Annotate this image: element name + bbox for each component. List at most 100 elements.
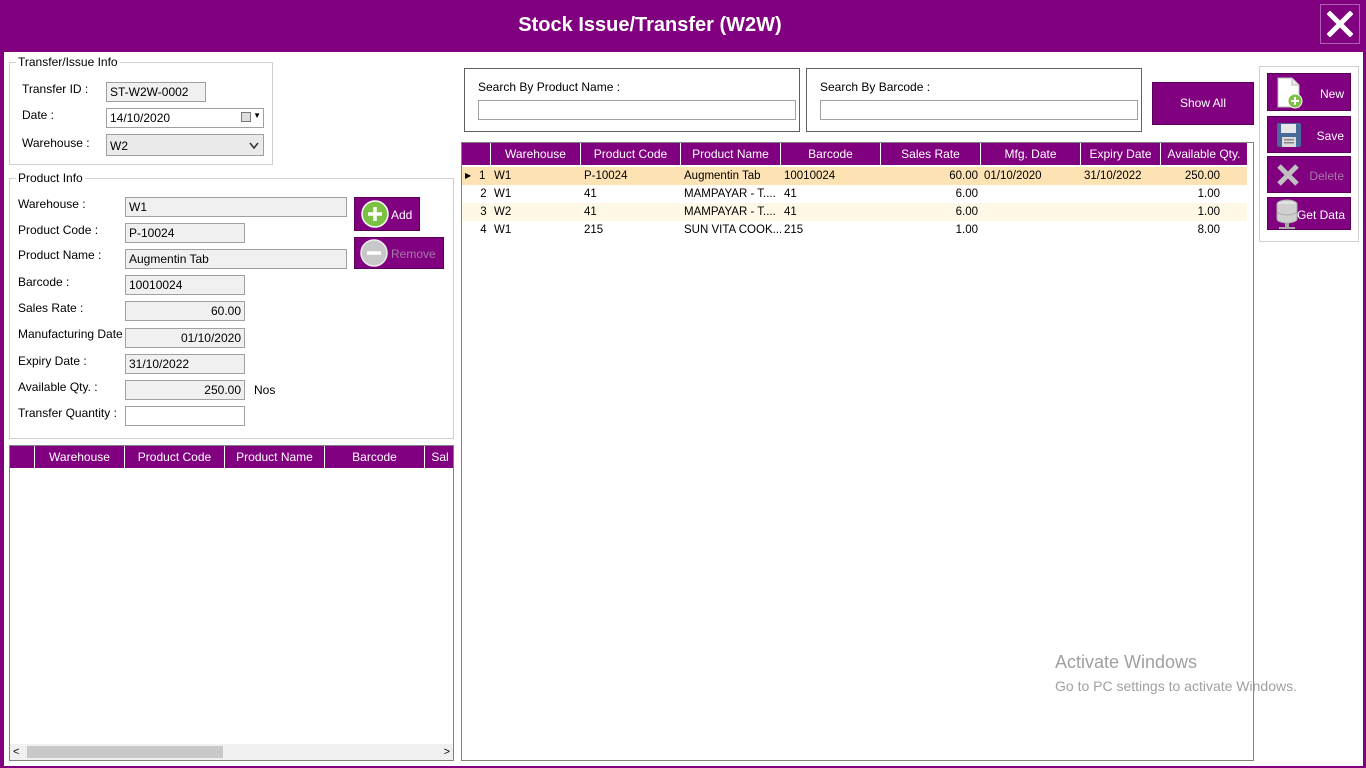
row-header-cell <box>462 143 491 165</box>
form-body: Transfer/Issue Info Transfer ID : ST-W2W… <box>4 52 1363 766</box>
row-number: 3 <box>480 206 487 218</box>
delete-label: Delete <box>1309 169 1344 183</box>
sales-rate-field[interactable]: 60.00 <box>125 301 245 321</box>
table-row[interactable]: 4 W1 215 SUN VITA COOK... 215 1.00 8.00 <box>462 221 1247 239</box>
column-header[interactable]: Sal <box>425 446 453 468</box>
save-label: Save <box>1316 129 1344 143</box>
add-label: Add <box>391 208 413 222</box>
database-icon <box>1276 199 1298 229</box>
barcode-field[interactable]: 10010024 <box>125 275 245 295</box>
column-header[interactable]: Product Code <box>581 143 681 165</box>
cell-available-qty: 8.00 <box>1197 224 1220 236</box>
show-all-button[interactable]: Show All <box>1152 82 1254 125</box>
column-header[interactable]: Product Code <box>125 446 225 468</box>
search-barcode-input[interactable] <box>820 100 1138 120</box>
cell-product-name: MAMPAYAR - T.... <box>684 188 776 200</box>
title-bar: Stock Issue/Transfer (W2W) <box>0 0 1366 52</box>
row-header-cell <box>10 446 35 468</box>
stock-grid-header: Warehouse Product Code Product Name Barc… <box>462 143 1247 165</box>
warehouse-value: W2 <box>110 139 128 153</box>
cell-available-qty: 1.00 <box>1197 206 1220 218</box>
column-header[interactable]: Barcode <box>325 446 425 468</box>
cell-expiry-date <box>1081 221 1161 239</box>
remove-button[interactable]: Remove <box>354 237 444 269</box>
cell-barcode: 41 <box>784 206 797 218</box>
product-code-field[interactable]: P-10024 <box>125 223 245 243</box>
activate-windows-title: Activate Windows <box>1055 652 1198 672</box>
transfer-qty-label: Transfer Quantity : <box>18 406 117 420</box>
get-data-button[interactable]: Get Data <box>1267 197 1351 230</box>
column-header[interactable]: Warehouse <box>491 143 581 165</box>
table-row[interactable]: 3 W2 41 MAMPAYAR - T.... 41 6.00 1.00 <box>462 203 1247 221</box>
available-qty-label: Available Qty. : <box>18 380 98 394</box>
cell-available-qty: 1.00 <box>1197 188 1220 200</box>
chevron-down-icon <box>249 142 259 150</box>
minus-icon <box>360 239 388 267</box>
cell-barcode: 10010024 <box>784 170 836 182</box>
pi-warehouse-field[interactable]: W1 <box>125 197 347 217</box>
table-row[interactable]: ▶ 1 W1 P-10024 Augmentin Tab 10010024 60… <box>462 167 1247 185</box>
save-button[interactable]: Save <box>1267 116 1351 153</box>
new-label: New <box>1319 87 1344 101</box>
column-header[interactable]: Barcode <box>781 143 881 165</box>
add-button[interactable]: Add <box>354 197 420 231</box>
date-label: Date : <box>22 108 55 122</box>
transfer-grid[interactable]: Warehouse Product Code Product Name Barc… <box>9 445 454 761</box>
cell-available-qty: 250.00 <box>1184 170 1220 182</box>
cell-expiry-date: 31/10/2022 <box>1084 170 1142 182</box>
row-number: 1 <box>479 170 486 182</box>
date-value: 14/10/2020 <box>110 111 171 125</box>
column-header[interactable]: Product Name <box>225 446 325 468</box>
expiry-date-field[interactable]: 31/10/2022 <box>125 354 245 374</box>
warehouse-select[interactable]: W2 <box>106 134 264 156</box>
delete-icon <box>1277 164 1299 186</box>
scrollbar-thumb[interactable] <box>27 746 223 758</box>
column-header[interactable]: Product Name <box>681 143 781 165</box>
transfer-id-field[interactable]: ST-W2W-0002 <box>106 82 206 102</box>
cell-mfg-date <box>981 203 1081 221</box>
mfg-date-label: Manufacturing Date : <box>18 327 130 341</box>
column-header[interactable]: Warehouse <box>35 446 125 468</box>
cell-warehouse: W1 <box>494 188 512 200</box>
plus-icon <box>361 200 389 228</box>
new-button[interactable]: New <box>1267 73 1351 111</box>
cell-sales-rate: 6.00 <box>955 206 978 218</box>
transfer-info-legend: Transfer/Issue Info <box>18 55 118 69</box>
warehouse-label: Warehouse : <box>22 136 90 150</box>
cell-product-name: MAMPAYAR - T.... <box>684 206 776 218</box>
date-picker[interactable]: 14/10/2020 ▼ <box>106 108 264 128</box>
column-header[interactable]: Sales Rate <box>881 143 981 165</box>
search-by-barcode-panel: Search By Barcode : <box>806 68 1142 132</box>
remove-label: Remove <box>391 247 436 261</box>
search-name-input[interactable] <box>478 100 796 120</box>
column-header[interactable]: Mfg. Date <box>981 143 1081 165</box>
scroll-left-icon[interactable]: < <box>13 744 19 760</box>
column-header[interactable]: Available Qty. <box>1161 143 1247 165</box>
row-number: 2 <box>480 188 487 200</box>
cell-product-code: 215 <box>584 224 604 236</box>
delete-button[interactable]: Delete <box>1267 156 1351 193</box>
unit-label: Nos <box>254 383 276 397</box>
transfer-qty-input[interactable] <box>125 406 245 426</box>
cell-mfg-date <box>981 221 1081 239</box>
row-selector-icon: ▶ <box>465 171 472 180</box>
pi-warehouse-label: Warehouse : <box>18 197 86 211</box>
row-number: 4 <box>480 224 487 236</box>
cell-warehouse: W1 <box>494 170 512 182</box>
mfg-date-field[interactable]: 01/10/2020 <box>125 328 245 348</box>
horizontal-scrollbar[interactable]: < > <box>10 744 453 760</box>
close-icon <box>1327 11 1353 37</box>
search-name-label: Search By Product Name : <box>478 80 621 94</box>
scroll-right-icon[interactable]: > <box>444 744 450 760</box>
cell-product-code: 41 <box>584 188 597 200</box>
cell-sales-rate: 1.00 <box>955 224 978 236</box>
table-row[interactable]: 2 W1 41 MAMPAYAR - T.... 41 6.00 1.00 <box>462 185 1247 203</box>
column-header[interactable]: Expiry Date <box>1081 143 1161 165</box>
cell-mfg-date: 01/10/2020 <box>984 170 1042 182</box>
product-name-field[interactable]: Augmentin Tab <box>125 249 347 269</box>
cell-warehouse: W2 <box>494 206 512 218</box>
cell-barcode: 41 <box>784 188 797 200</box>
available-qty-field[interactable]: 250.00 <box>125 380 245 400</box>
transfer-grid-header: Warehouse Product Code Product Name Barc… <box>10 446 453 468</box>
close-button[interactable] <box>1320 4 1360 44</box>
